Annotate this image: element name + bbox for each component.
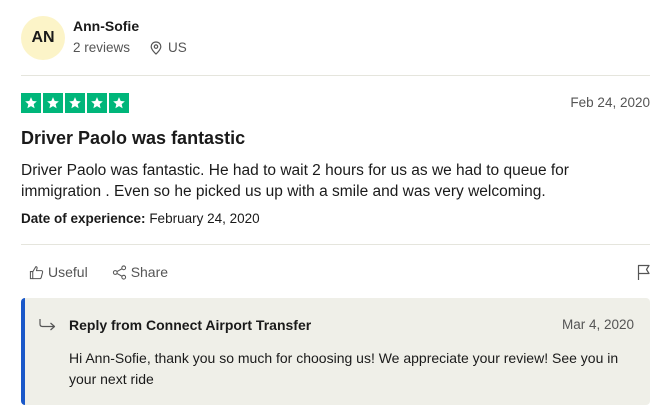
review-count: 2 reviews xyxy=(73,40,131,55)
review-body: Driver Paolo was fantastic. He had to wa… xyxy=(21,162,569,200)
useful-label: Useful xyxy=(48,264,88,280)
reply-arrow-icon xyxy=(39,319,56,331)
company-reply: Reply from Connect Airport Transfer Mar … xyxy=(21,298,650,405)
star-icon xyxy=(21,93,41,113)
experience-date: February 24, 2020 xyxy=(149,211,260,226)
date-of-experience: Date of experience: February 24, 2020 xyxy=(21,211,260,226)
star-icon xyxy=(87,93,107,113)
reviewer-name[interactable]: Ann-Sofie xyxy=(73,18,139,34)
reply-text: Hi Ann-Sofie, thank you so much for choo… xyxy=(69,350,619,387)
review-title[interactable]: Driver Paolo was fantastic xyxy=(21,128,245,149)
review-date: Feb 24, 2020 xyxy=(570,95,650,110)
share-icon xyxy=(112,264,126,280)
useful-button[interactable]: Useful xyxy=(29,264,88,280)
share-label: Share xyxy=(130,264,169,280)
avatar[interactable]: AN xyxy=(21,16,65,60)
star-icon xyxy=(65,93,85,113)
star-icon xyxy=(43,93,63,113)
reply-date: Mar 4, 2020 xyxy=(561,317,634,332)
location-pin-icon xyxy=(150,40,162,55)
reviewer-meta: 2 reviews US xyxy=(73,40,187,55)
thumbs-up-icon xyxy=(29,265,44,279)
review-actions: Useful Share xyxy=(29,264,168,280)
share-button[interactable]: Share xyxy=(112,264,168,280)
location-label: US xyxy=(168,40,187,55)
divider xyxy=(21,244,650,245)
divider xyxy=(21,75,650,76)
experience-label: Date of experience: xyxy=(21,211,146,226)
reviewer-location: US xyxy=(150,40,187,55)
star-icon xyxy=(109,93,129,113)
report-flag-button[interactable] xyxy=(637,264,651,286)
flag-icon xyxy=(637,264,650,280)
star-rating xyxy=(21,93,129,113)
reply-heading: Reply from Connect Airport Transfer xyxy=(69,317,312,333)
